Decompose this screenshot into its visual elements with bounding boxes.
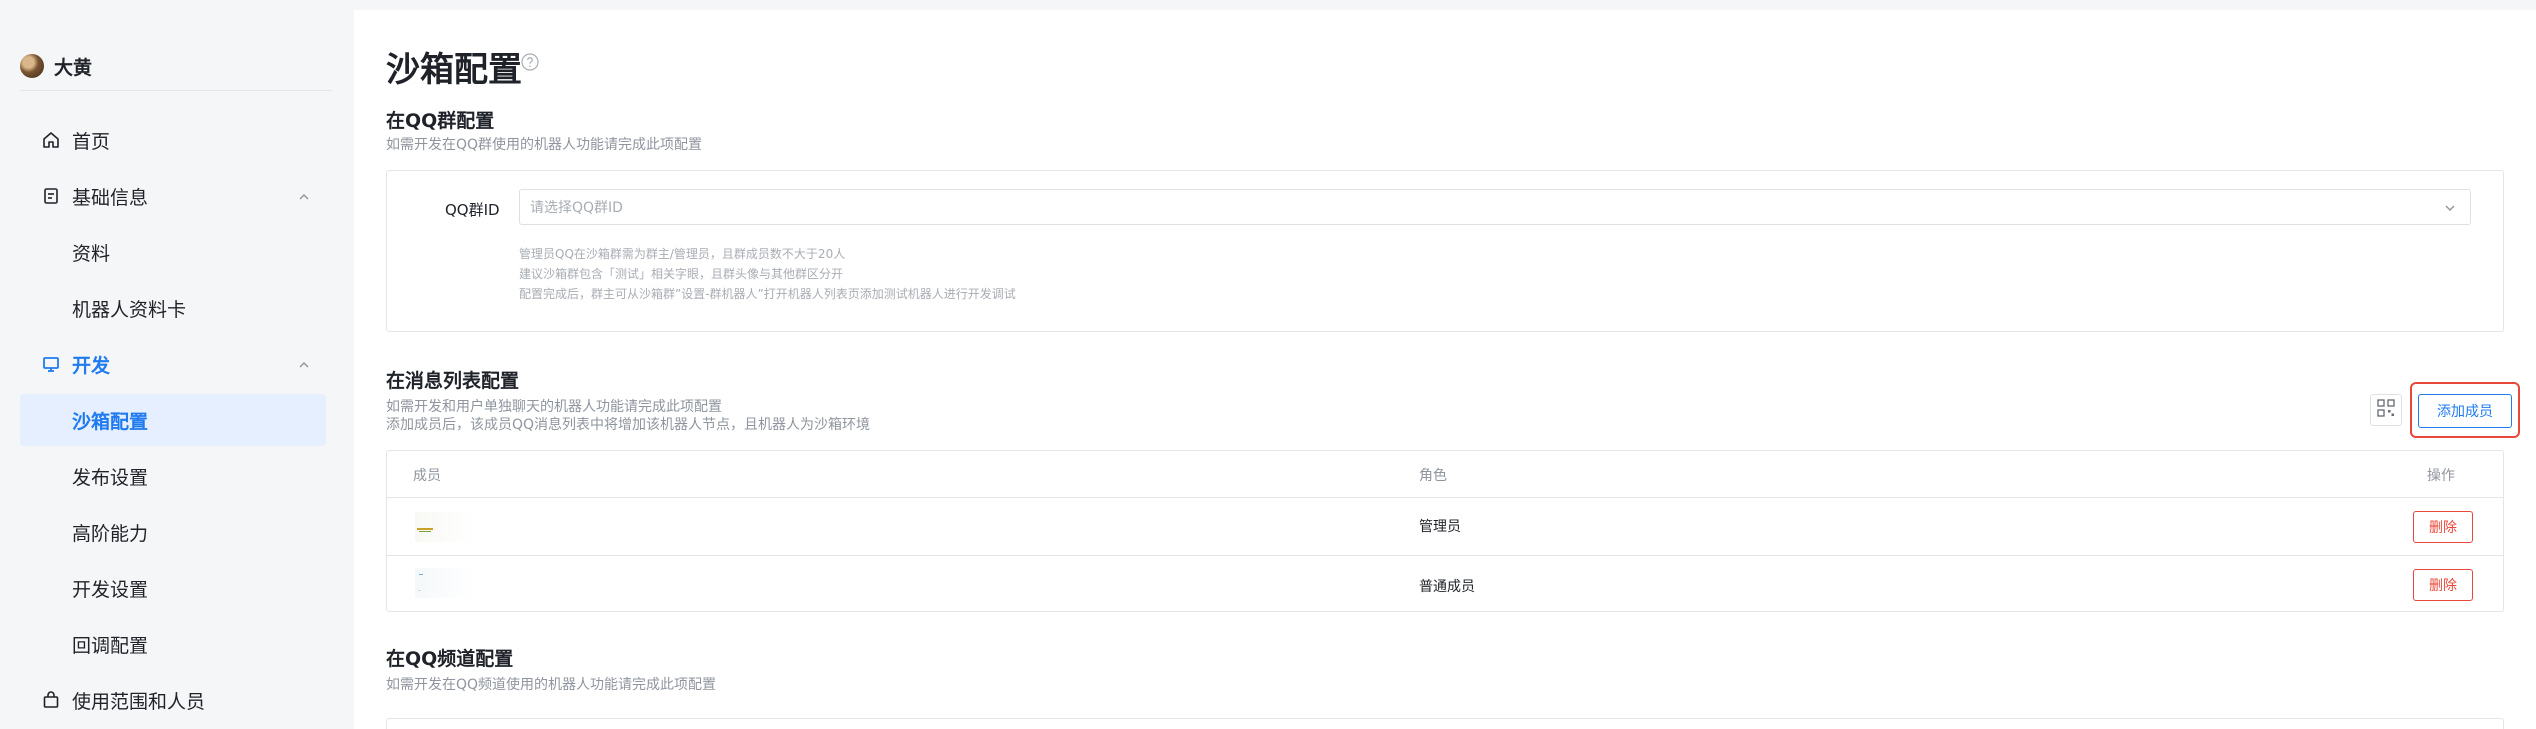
sidebar: 大黄 首页 基础信息 资料 机器人资料卡 开发 沙箱配置 发布设置 高阶能力 开… bbox=[0, 0, 350, 729]
sidebar-item-publish-settings[interactable]: 发布设置 bbox=[20, 450, 326, 502]
chevron-down-icon bbox=[2442, 200, 2458, 216]
document-icon bbox=[40, 185, 62, 207]
members-table: 成员 角色 操作 管理员 删除 普通成员 删除 bbox=[386, 450, 2504, 612]
avatar bbox=[20, 54, 44, 78]
delete-member-button[interactable]: 删除 bbox=[2413, 511, 2473, 543]
column-header-role: 角色 bbox=[1419, 468, 1447, 484]
sidebar-item-sandbox-config[interactable]: 沙箱配置 bbox=[20, 394, 326, 446]
main-content: 沙箱配置 在QQ群配置 如需开发在QQ群使用的机器人功能请完成此项配置 QQ群I… bbox=[354, 10, 2536, 729]
sidebar-item-dev-settings[interactable]: 开发设置 bbox=[20, 562, 326, 614]
page-title: 沙箱配置 bbox=[386, 50, 522, 90]
sidebar-divider bbox=[20, 90, 332, 91]
sidebar-item-label: 回调配置 bbox=[72, 634, 149, 657]
member-avatar bbox=[415, 568, 475, 598]
qr-code-button[interactable] bbox=[2370, 394, 2402, 426]
qq-group-id-label: QQ群ID bbox=[445, 201, 500, 219]
user-profile[interactable]: 大黄 bbox=[20, 54, 93, 79]
sidebar-item-advanced[interactable]: 高阶能力 bbox=[20, 506, 326, 558]
member-role: 管理员 bbox=[1419, 519, 1461, 535]
sidebar-item-label: 首页 bbox=[72, 130, 111, 153]
column-header-member: 成员 bbox=[413, 468, 441, 484]
qq-group-section-desc: 如需开发在QQ群使用的机器人功能请完成此项配置 bbox=[386, 137, 703, 153]
sidebar-item-label: 发布设置 bbox=[72, 466, 149, 489]
sidebar-item-label: 机器人资料卡 bbox=[72, 298, 187, 321]
sidebar-item-home[interactable]: 首页 bbox=[20, 114, 326, 166]
qq-channel-section-title: 在QQ频道配置 bbox=[386, 648, 514, 670]
monitor-icon bbox=[40, 353, 62, 375]
member-role: 普通成员 bbox=[1419, 579, 1475, 595]
add-member-highlight: 添加成员 bbox=[2410, 382, 2520, 438]
message-list-section-title: 在消息列表配置 bbox=[386, 370, 520, 392]
sidebar-item-scope[interactable]: 使用范围和人员 bbox=[20, 674, 326, 726]
add-member-button[interactable]: 添加成员 bbox=[2418, 394, 2512, 428]
help-icon[interactable] bbox=[520, 52, 540, 72]
message-list-section-desc: 如需开发和用户单独聊天的机器人功能请完成此项配置 bbox=[386, 399, 722, 415]
select-placeholder: 请选择QQ群ID bbox=[530, 200, 623, 216]
sidebar-item-label: 使用范围和人员 bbox=[72, 690, 206, 713]
sidebar-item-label: 资料 bbox=[72, 242, 111, 265]
user-name: 大黄 bbox=[54, 56, 93, 79]
chevron-up-icon bbox=[296, 188, 312, 204]
sidebar-item-profile[interactable]: 资料 bbox=[20, 226, 326, 278]
sidebar-item-label: 沙箱配置 bbox=[72, 410, 149, 433]
qq-group-hint: 配置完成后，群主可从沙箱群”设置-群机器人”打开机器人列表页添加测试机器人进行开… bbox=[519, 287, 1016, 301]
sidebar-item-develop[interactable]: 开发 bbox=[20, 338, 326, 390]
table-header: 成员 角色 操作 bbox=[387, 451, 2503, 497]
qq-group-hint: 建议沙箱群包含「测试」相关字眼，且群头像与其他群区分开 bbox=[519, 267, 844, 281]
message-list-section-desc: 添加成员后，该成员QQ消息列表中将增加该机器人节点，且机器人为沙箱环境 bbox=[386, 417, 871, 433]
qq-group-id-select[interactable]: 请选择QQ群ID bbox=[519, 189, 2471, 225]
table-row: 普通成员 删除 bbox=[387, 555, 2503, 613]
qq-group-card: QQ群ID 请选择QQ群ID 管理员QQ在沙箱群需为群主/管理员，且群成员数不大… bbox=[386, 170, 2504, 332]
sidebar-item-label: 开发 bbox=[72, 354, 111, 377]
sidebar-item-callback[interactable]: 回调配置 bbox=[20, 618, 326, 670]
table-row: 管理员 删除 bbox=[387, 497, 2503, 555]
sidebar-item-label: 开发设置 bbox=[72, 578, 149, 601]
column-header-action: 操作 bbox=[2427, 468, 2455, 484]
app-root: 大黄 首页 基础信息 资料 机器人资料卡 开发 沙箱配置 发布设置 高阶能力 开… bbox=[0, 0, 2536, 729]
chevron-up-icon bbox=[296, 356, 312, 372]
sidebar-item-basic-info[interactable]: 基础信息 bbox=[20, 170, 326, 222]
qq-group-section-title: 在QQ群配置 bbox=[386, 110, 495, 132]
qq-channel-card bbox=[386, 718, 2504, 729]
bag-icon bbox=[40, 689, 62, 711]
member-avatar bbox=[415, 512, 475, 542]
sidebar-item-bot-card[interactable]: 机器人资料卡 bbox=[20, 282, 326, 334]
home-icon bbox=[40, 129, 62, 151]
delete-member-button[interactable]: 删除 bbox=[2413, 569, 2473, 601]
sidebar-item-label: 基础信息 bbox=[72, 186, 149, 209]
qq-group-hint: 管理员QQ在沙箱群需为群主/管理员，且群成员数不大于20人 bbox=[519, 247, 846, 261]
qq-channel-section-desc: 如需开发在QQ频道使用的机器人功能请完成此项配置 bbox=[386, 677, 717, 693]
sidebar-item-label: 高阶能力 bbox=[72, 522, 149, 545]
qr-code-icon bbox=[2377, 399, 2395, 421]
